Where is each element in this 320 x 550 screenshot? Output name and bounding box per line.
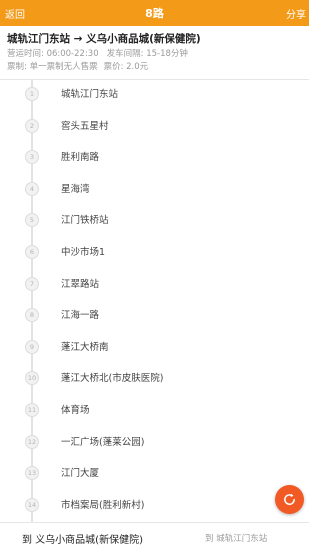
stop-name: 城轨江门东站 — [61, 89, 119, 100]
stop-item[interactable]: 3 胜利南路 — [0, 143, 309, 174]
stop-number: 6 — [25, 245, 39, 259]
stop-name: 江门大厦 — [61, 468, 100, 480]
fare-info: 票制: 单一票制无人售票 票价: 2.0元 — [7, 61, 302, 74]
stop-name: 蓬江大桥南 — [61, 341, 109, 353]
direction-tab-active[interactable]: 到 义乌小商品城(新保健院) — [22, 531, 143, 546]
stop-name: 江翠路站 — [61, 278, 100, 290]
stop-name: 一汇广场(蓬莱公园) — [61, 436, 145, 448]
schedule-info: 营运时间: 06:00-22:30 发车间隔: 15-18分钟 — [7, 48, 302, 61]
route-info: 城轨江门东站 → 义乌小商品城(新保健院) 营运时间: 06:00-22:30 发… — [0, 26, 309, 80]
stop-number: 10 — [25, 371, 39, 386]
departure-interval: 发车间隔: 15-18分钟 — [106, 49, 188, 59]
stop-name: 中沙市场1 — [61, 247, 106, 258]
stop-item[interactable]: 9 蓬江大桥南 — [0, 333, 309, 364]
direction-tab-reverse[interactable]: 到 城轨江门东站 — [205, 532, 267, 544]
stop-number: 8 — [25, 308, 39, 323]
stop-item[interactable]: 6 中沙市场1 — [0, 238, 309, 269]
stop-item[interactable]: 4 星海湾 — [0, 175, 309, 206]
stop-item[interactable]: 7 江翠路站 — [0, 270, 309, 301]
stop-number: 1 — [25, 87, 39, 101]
page-title: 8路 — [145, 7, 164, 20]
stop-number: 9 — [25, 339, 39, 354]
refresh-button[interactable] — [275, 485, 304, 514]
stop-number: 2 — [25, 118, 39, 133]
ticket-type: 票制: 单一票制无人售票 — [7, 62, 98, 72]
stop-item[interactable]: 10 蓬江大桥北(市皮肤医院) — [0, 364, 309, 395]
stop-item[interactable]: 2 窖头五星村 — [0, 112, 309, 143]
stop-item[interactable]: 11 体育场 — [0, 396, 309, 427]
stop-number: 12 — [25, 434, 39, 449]
share-button[interactable]: 分享 — [286, 6, 306, 21]
stop-number: 7 — [25, 276, 39, 291]
stop-number: 4 — [25, 181, 39, 196]
fare-price: 票价: 2.0元 — [103, 62, 149, 72]
stop-number: 5 — [25, 213, 39, 228]
stop-name: 窖头五星村 — [61, 120, 109, 132]
stop-name: 市档案局(胜利新村) — [61, 499, 145, 511]
stop-name: 江门铁桥站 — [61, 215, 109, 227]
stop-item[interactable]: 1 城轨江门东站 — [0, 80, 309, 111]
route-direction-title: 城轨江门东站 → 义乌小商品城(新保健院) — [7, 33, 201, 45]
stop-number: 3 — [25, 150, 39, 165]
stop-list: 1 城轨江门东站 2 窖头五星村 3 胜利南路 4 星海湾 5 江门铁桥站 6 中沙市场1 7 江翠路站 8… — [0, 80, 309, 522]
stop-number: 13 — [25, 466, 39, 481]
stop-item[interactable]: 13 江门大厦 — [0, 459, 309, 490]
stop-item[interactable]: 12 一汇广场(蓬莱公园) — [0, 428, 309, 459]
refresh-icon — [284, 493, 295, 505]
stop-item[interactable]: 8 江海一路 — [0, 301, 309, 332]
stop-number: 11 — [25, 403, 39, 417]
stop-name: 体育场 — [61, 405, 90, 416]
stop-item[interactable]: 5 江门铁桥站 — [0, 206, 309, 237]
stop-number: 14 — [25, 497, 39, 512]
stop-item[interactable]: 14 市档案局(胜利新村) — [0, 491, 309, 522]
service-time: 营运时间: 06:00-22:30 — [7, 49, 99, 59]
stop-name: 胜利南路 — [61, 152, 100, 164]
stop-name: 江海一路 — [61, 310, 100, 322]
stop-name: 蓬江大桥北(市皮肤医院) — [61, 373, 164, 385]
top-bar: 返回 8路 分享 — [0, 0, 309, 26]
direction-bar: 到 义乌小商品城(新保健院) 到 城轨江门东站 — [0, 522, 309, 550]
stop-name: 星海湾 — [61, 183, 90, 195]
